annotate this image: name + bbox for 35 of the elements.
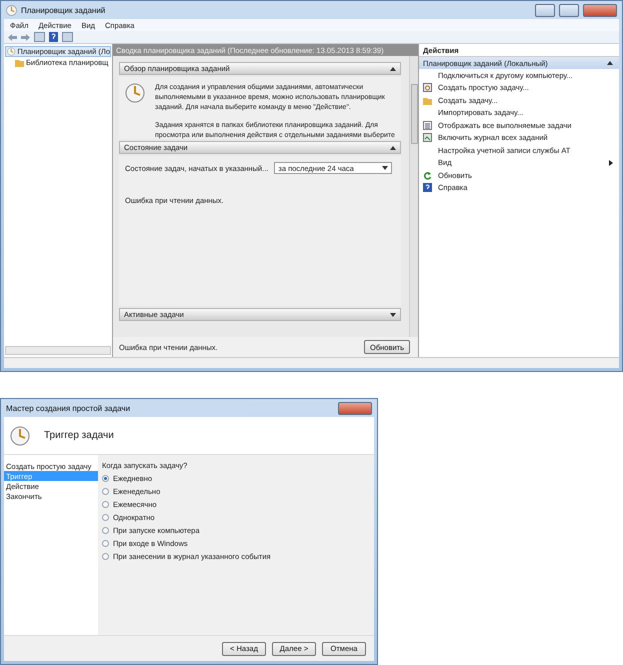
radio-button[interactable] bbox=[102, 501, 109, 508]
help-icon[interactable] bbox=[49, 32, 58, 42]
radio-button[interactable] bbox=[102, 514, 109, 521]
dropdown-caret-icon[interactable] bbox=[382, 166, 388, 170]
caret-icon[interactable] bbox=[607, 61, 613, 65]
panel-icon[interactable] bbox=[34, 32, 45, 42]
caret-icon[interactable] bbox=[390, 146, 396, 150]
submenu-arrow-icon bbox=[609, 160, 613, 166]
back-arrow-icon[interactable] bbox=[8, 34, 17, 40]
radio-button[interactable] bbox=[102, 553, 109, 560]
radio-button[interactable] bbox=[102, 527, 109, 534]
horizontal-scrollbar[interactable] bbox=[5, 346, 111, 355]
maximize-button[interactable] bbox=[559, 4, 579, 16]
radio-button[interactable] bbox=[102, 540, 109, 547]
folder-icon bbox=[423, 96, 432, 105]
clock-icon bbox=[10, 426, 30, 446]
caret-icon[interactable] bbox=[390, 66, 396, 70]
close-button[interactable] bbox=[583, 4, 617, 16]
clock-icon bbox=[125, 83, 145, 103]
wizard-heading: Триггер задачи bbox=[44, 430, 114, 441]
window-title: Мастер создания простой задачи bbox=[6, 404, 130, 412]
vertical-scrollbar[interactable] bbox=[409, 56, 418, 337]
radio-button[interactable] bbox=[102, 475, 109, 482]
help-icon bbox=[423, 183, 432, 192]
panel-icon[interactable] bbox=[62, 32, 73, 42]
radio-button[interactable] bbox=[102, 488, 109, 495]
window-title: Планировщик заданий bbox=[21, 6, 106, 14]
list-icon bbox=[423, 120, 432, 130]
caret-icon[interactable] bbox=[390, 312, 396, 316]
refresh-icon bbox=[423, 170, 432, 180]
clock-icon bbox=[6, 4, 17, 16]
clock-icon bbox=[7, 47, 16, 56]
minimize-button[interactable] bbox=[535, 4, 555, 16]
close-button[interactable] bbox=[338, 402, 372, 414]
forward-arrow-icon[interactable] bbox=[21, 34, 30, 40]
